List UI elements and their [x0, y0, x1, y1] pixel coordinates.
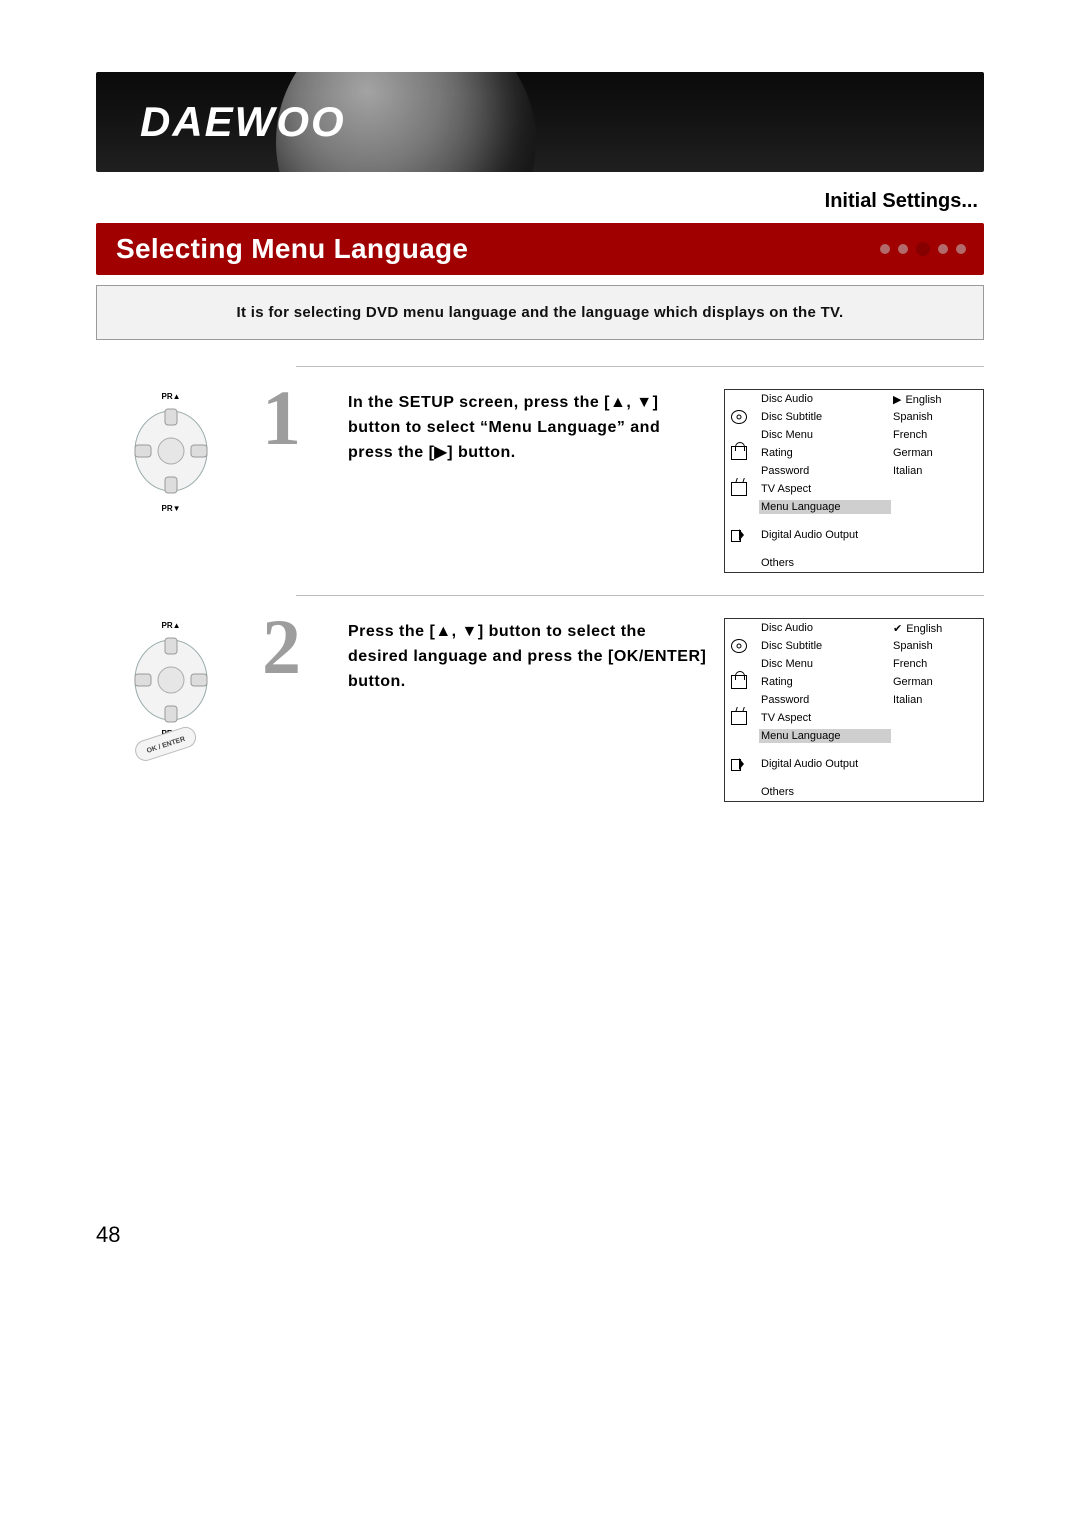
language-option: French	[893, 429, 977, 441]
dot-icon	[916, 242, 930, 256]
lock-icon	[731, 675, 747, 689]
remote-down-label: PR▼	[161, 504, 180, 513]
language-option: English	[905, 394, 941, 406]
speaker-icon	[731, 756, 745, 772]
step-number: 1	[262, 389, 332, 448]
menu-item: Disc Audio	[761, 393, 889, 405]
brand-logo: DAEWOO	[140, 94, 400, 150]
language-option: Spanish	[893, 640, 977, 652]
menu-item: Disc Menu	[761, 429, 889, 441]
menu-item: Rating	[761, 676, 889, 688]
dot-icon	[880, 244, 890, 254]
language-option: Italian	[893, 694, 977, 706]
menu-item: Password	[761, 694, 889, 706]
disc-icon	[731, 639, 747, 653]
menu-item: Disc Audio	[761, 622, 889, 634]
header-banner: DAEWOO	[96, 72, 984, 172]
menu-item: Rating	[761, 447, 889, 459]
menu-item: Disc Subtitle	[761, 640, 889, 652]
breadcrumb: Initial Settings...	[96, 190, 984, 213]
intro-text: It is for selecting DVD menu language an…	[119, 304, 961, 321]
step-2: PR▲ PR▼ OK / ENTER 2 Press the [▲, ▼] bu…	[96, 618, 984, 802]
remote-up-label: PR▲	[161, 392, 180, 401]
language-option: German	[893, 447, 977, 459]
dot-icon	[956, 244, 966, 254]
lock-icon	[731, 446, 747, 460]
menu-item: TV Aspect	[761, 483, 889, 495]
menu-item: Others	[761, 557, 889, 569]
step-body: In the SETUP screen, press the [▲, ▼] bu…	[348, 389, 708, 465]
menu-item: Digital Audio Output	[761, 758, 889, 770]
speaker-icon	[731, 527, 745, 543]
menu-item: TV Aspect	[761, 712, 889, 724]
menu-item-selected: Menu Language	[759, 729, 891, 743]
menu-item: Digital Audio Output	[761, 529, 889, 541]
language-option: French	[893, 658, 977, 670]
page-number: 48	[96, 1222, 120, 1248]
remote-up-label: PR▲	[161, 621, 180, 630]
dot-icon	[938, 244, 948, 254]
language-option: German	[893, 676, 977, 688]
check-marker-icon: ✔	[893, 623, 902, 635]
tv-icon	[731, 482, 747, 496]
step-body: Press the [▲, ▼] button to select the de…	[348, 618, 708, 694]
step-1: PR▲ PR▼ 1 In the SETUP screen, press the…	[96, 389, 984, 573]
tv-icon	[731, 711, 747, 725]
remote-dpad-illustration: PR▲ PR▼	[123, 389, 219, 519]
step-number: 2	[262, 618, 332, 677]
dot-icon	[898, 244, 908, 254]
language-option: Spanish	[893, 411, 977, 423]
decorative-dots	[880, 242, 966, 256]
steps: PR▲ PR▼ 1 In the SETUP screen, press the…	[96, 366, 984, 802]
intro-box: It is for selecting DVD menu language an…	[96, 285, 984, 340]
brand-logo-text: DAEWOO	[140, 98, 346, 145]
separator	[296, 595, 984, 596]
menu-item: Disc Subtitle	[761, 411, 889, 423]
menu-item: Disc Menu	[761, 658, 889, 670]
tv-setup-menu: Disc Audio▶English Disc SubtitleSpanish …	[724, 389, 984, 573]
disc-icon	[731, 410, 747, 424]
section-title: Selecting Menu Language	[116, 233, 468, 264]
manual-page: DAEWOO Initial Settings... Selecting Men…	[0, 0, 1080, 1528]
play-marker-icon: ▶	[893, 394, 901, 406]
menu-item: Password	[761, 465, 889, 477]
separator	[296, 366, 984, 367]
remote-dpad-with-ok-illustration: PR▲ PR▼ OK / ENTER	[123, 618, 219, 788]
tv-setup-menu: Disc Audio✔English Disc SubtitleSpanish …	[724, 618, 984, 802]
section-title-bar: Selecting Menu Language	[96, 223, 984, 275]
menu-item-selected: Menu Language	[759, 500, 891, 514]
language-option: Italian	[893, 465, 977, 477]
language-option: English	[906, 623, 942, 635]
menu-item: Others	[761, 786, 889, 798]
